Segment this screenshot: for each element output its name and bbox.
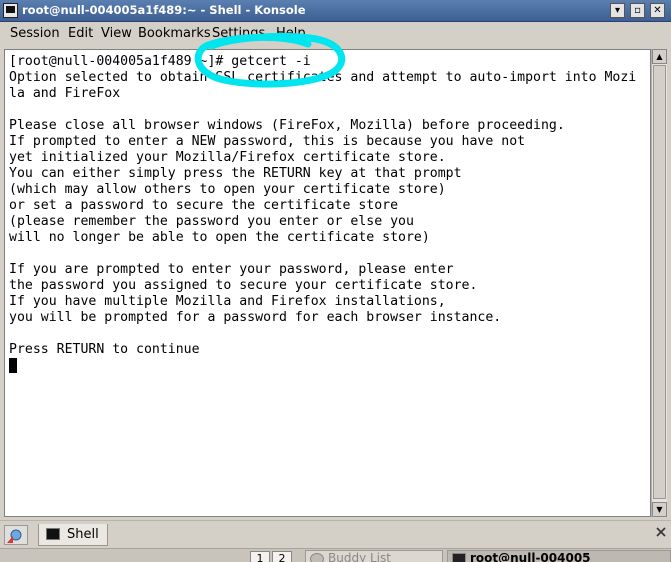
- terminal-line: Press RETURN to continue: [9, 342, 200, 357]
- menu-session[interactable]: Session: [10, 26, 60, 41]
- terminal-line: you will be prompted for a password for …: [9, 310, 502, 325]
- menu-view[interactable]: View: [101, 26, 132, 41]
- system-taskbar: 1 2 Buddy List root@null-004005: [0, 548, 671, 562]
- terminal-line: will no longer be able to open the certi…: [9, 230, 430, 245]
- terminal-line: Please close all browser windows (FireFo…: [9, 118, 565, 133]
- terminal-line: You can either simply press the RETURN k…: [9, 166, 462, 181]
- terminal-line: (which may allow others to open your cer…: [9, 182, 446, 197]
- close-tab-icon: [656, 527, 666, 537]
- scroll-up-icon[interactable]: ▲: [652, 49, 667, 64]
- terminal-line: the password you assigned to secure your…: [9, 278, 478, 293]
- scrollbar-thumb[interactable]: [653, 65, 666, 499]
- menu-bar: Session Edit View Bookmarks Settings Hel…: [0, 22, 671, 47]
- terminal-cursor: [9, 358, 17, 373]
- terminal-line: If prompted to enter a NEW password, thi…: [9, 134, 526, 149]
- maximize-button[interactable]: ▫: [630, 3, 645, 18]
- terminal-output: [root@null-004005a1f489 ~]# getcert -i O…: [9, 54, 636, 358]
- menu-edit[interactable]: Edit: [68, 26, 93, 41]
- konsole-icon: [452, 553, 466, 562]
- scroll-down-icon[interactable]: ▼: [652, 502, 667, 517]
- task-konsole[interactable]: root@null-004005: [447, 550, 671, 562]
- konsole-app-icon[interactable]: [3, 3, 18, 18]
- terminal-line: yet initialized your Mozilla/Firefox cer…: [9, 150, 446, 165]
- terminal-line: If you are prompted to enter your passwo…: [9, 262, 454, 277]
- menu-settings[interactable]: Settings: [212, 26, 265, 41]
- menu-help[interactable]: Help: [276, 26, 306, 41]
- window-titlebar[interactable]: root@null-004005a1f489:~ - Shell - Konso…: [0, 0, 671, 22]
- close-button[interactable]: ✕: [650, 3, 665, 18]
- task-konsole-label: root@null-004005: [470, 551, 591, 562]
- close-session-button[interactable]: [654, 525, 668, 545]
- session-tab-bar: Shell: [0, 520, 671, 548]
- task-buddy-list-label: Buddy List: [328, 551, 391, 562]
- terminal-icon: [46, 528, 60, 540]
- new-session-icon: [7, 529, 22, 543]
- terminal-line: la and FireFox: [9, 86, 121, 101]
- vertical-scrollbar[interactable]: ▲ ▼: [651, 49, 667, 517]
- new-session-button[interactable]: [4, 525, 28, 545]
- terminal-line: Option selected to obtain SSL certificat…: [9, 70, 637, 85]
- window-title: root@null-004005a1f489:~ - Shell - Konso…: [22, 3, 306, 17]
- terminal-line: (please remember the password you enter …: [9, 214, 414, 229]
- desktop-1-button[interactable]: 1: [250, 551, 270, 562]
- menu-bookmarks[interactable]: Bookmarks: [138, 26, 211, 41]
- tab-shell[interactable]: Shell: [38, 524, 108, 546]
- terminal-line: If you have multiple Mozilla and Firefox…: [9, 294, 446, 309]
- desktop-2-button[interactable]: 2: [272, 551, 292, 562]
- terminal-view[interactable]: [root@null-004005a1f489 ~]# getcert -i O…: [4, 49, 651, 517]
- tab-shell-label: Shell: [67, 527, 99, 542]
- buddy-icon: [310, 553, 324, 562]
- terminal-line: [root@null-004005a1f489 ~]# getcert -i: [9, 54, 311, 69]
- task-buddy-list[interactable]: Buddy List: [305, 550, 443, 562]
- terminal-line: or set a password to secure the certific…: [9, 198, 399, 213]
- minimize-button[interactable]: ▾: [610, 3, 625, 18]
